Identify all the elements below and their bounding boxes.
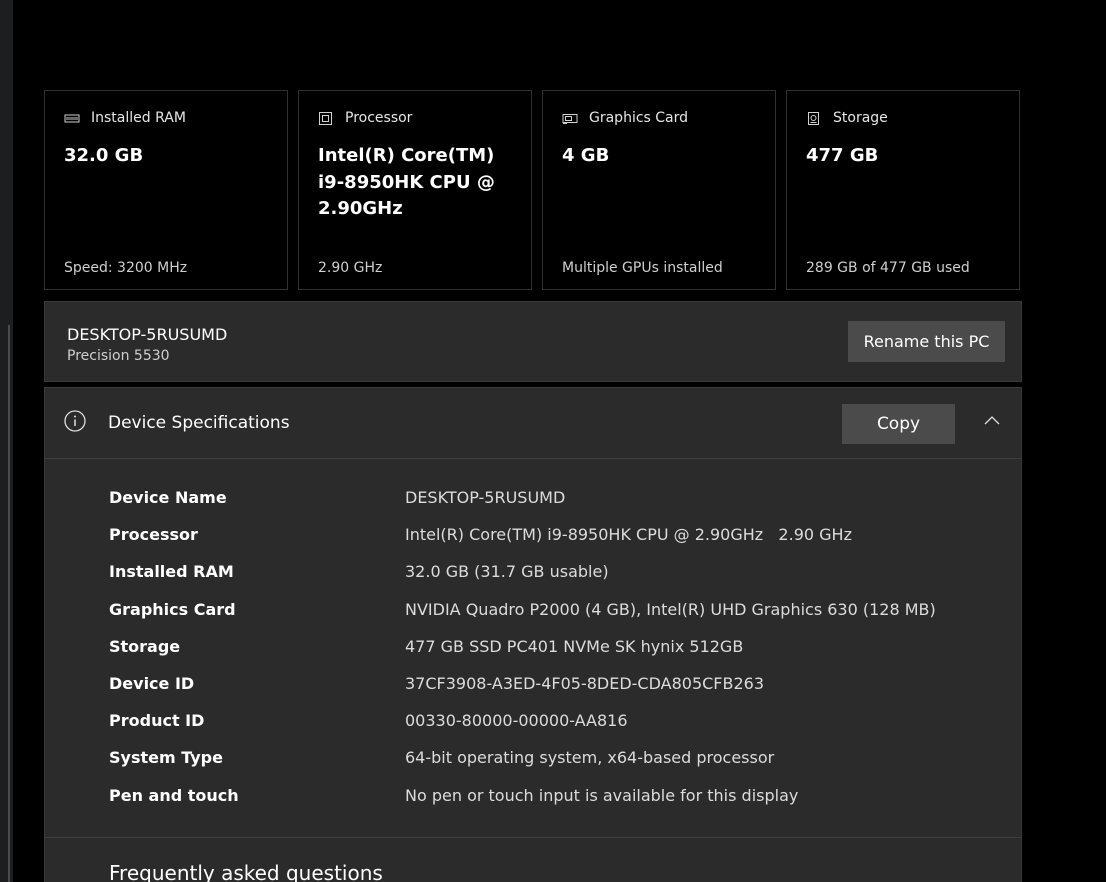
spec-value: 64-bit operating system, x64-based proce… (405, 748, 775, 768)
spec-value: NVIDIA Quadro P2000 (4 GB), Intel(R) UHD… (405, 599, 936, 619)
spec-row-system-type: System Type 64-bit operating system, x64… (109, 748, 989, 785)
processor-icon (318, 111, 333, 126)
card-value: 32.0 GB (64, 145, 144, 166)
spec-row-device-name: Device Name DESKTOP-5RUSUMD (109, 488, 989, 525)
spec-value: 00330-80000-00000-AA816 (405, 711, 628, 731)
card-value: Intel(R) Core(TM) i9-8950HK CPU @ 2.90GH… (318, 145, 495, 219)
spec-value: No pen or touch input is available for t… (405, 785, 799, 805)
copy-button[interactable]: Copy (842, 404, 955, 444)
device-specifications-title: Device Specifications (108, 413, 290, 433)
card-header: Installed RAM (64, 110, 186, 126)
divider (45, 837, 1021, 838)
spec-label: Device Name (109, 488, 227, 507)
spec-row-processor: Processor Intel(R) Core(TM) i9-8950HK CP… (109, 525, 989, 562)
card-installed-ram: Installed RAM 32.0 GB Speed: 3200 MHz (44, 90, 288, 290)
spec-value: Intel(R) Core(TM) i9-8950HK CPU @ 2.90GH… (405, 525, 852, 545)
card-title: Processor (345, 110, 413, 126)
spec-row-storage: Storage 477 GB SSD PC401 NVMe SK hynix 5… (109, 637, 989, 674)
card-title: Installed RAM (91, 110, 186, 126)
spec-label: Installed RAM (109, 562, 234, 582)
card-footer: Multiple GPUs installed (562, 260, 723, 276)
device-specifications-header[interactable]: Device Specifications Copy (45, 388, 1021, 459)
spec-row-graphics-card: Graphics Card NVIDIA Quadro P2000 (4 GB)… (109, 600, 989, 637)
graphics-card-icon (562, 111, 578, 126)
card-header: Graphics Card (562, 110, 688, 126)
scrollbar[interactable] (8, 325, 10, 882)
left-scroll-strip (0, 0, 13, 882)
spec-value: 477 GB SSD PC401 NVMe SK hynix 512GB (405, 636, 744, 656)
spec-label: Device ID (109, 673, 195, 693)
spec-label: Pen and touch (109, 785, 239, 805)
faq-heading: Frequently asked questions (109, 861, 383, 882)
spec-value: 32.0 GB (31.7 GB usable) (405, 562, 609, 582)
pc-model: Precision 5530 (67, 348, 170, 364)
card-value: 477 GB (806, 145, 879, 166)
card-footer: 289 GB of 477 GB used (806, 260, 970, 276)
spec-row-installed-ram: Installed RAM 32.0 GB (31.7 GB usable) (109, 562, 989, 599)
ram-icon (64, 111, 80, 126)
rename-pc-button[interactable]: Rename this PC (848, 321, 1005, 362)
device-specifications-panel: Device Specifications Copy Device Name D… (44, 387, 1022, 882)
card-title: Graphics Card (589, 110, 689, 126)
card-title: Storage (833, 110, 888, 126)
spec-value: 37CF3908-A3ED-4F05-8DED-CDA805CFB263 (405, 673, 765, 693)
pc-name-bar: DESKTOP-5RUSUMD Precision 5530 Rename th… (44, 301, 1022, 382)
spec-list: Device Name DESKTOP-5RUSUMD Processor In… (109, 488, 989, 823)
spec-row-pen-and-touch: Pen and touch No pen or touch input is a… (109, 786, 989, 823)
card-storage: Storage 477 GB 289 GB of 477 GB used (786, 90, 1020, 290)
card-value: 4 GB (562, 145, 610, 166)
spec-row-device-id: Device ID 37CF3908-A3ED-4F05-8DED-CDA805… (109, 674, 989, 711)
card-footer: 2.90 GHz (318, 260, 383, 276)
spec-label: Storage (109, 636, 181, 656)
spec-label: Graphics Card (109, 599, 236, 619)
info-icon (64, 410, 86, 432)
card-graphics-card: Graphics Card 4 GB Multiple GPUs install… (542, 90, 776, 290)
card-header: Processor (318, 110, 412, 126)
settings-about-page: Installed RAM 32.0 GB Speed: 3200 MHz Pr… (0, 0, 1106, 882)
spec-value: DESKTOP-5RUSUMD (405, 488, 566, 507)
spec-label: Processor (109, 525, 198, 545)
storage-icon (806, 111, 821, 126)
spec-label: Product ID (109, 711, 205, 731)
card-processor: Processor Intel(R) Core(TM) i9-8950HK CP… (298, 90, 532, 290)
card-header: Storage (806, 110, 888, 126)
card-footer: Speed: 3200 MHz (64, 260, 188, 276)
spec-label: System Type (109, 748, 223, 768)
chevron-up-icon[interactable] (982, 412, 1002, 426)
spec-row-product-id: Product ID 00330-80000-00000-AA816 (109, 711, 989, 748)
pc-name: DESKTOP-5RUSUMD (67, 325, 228, 344)
